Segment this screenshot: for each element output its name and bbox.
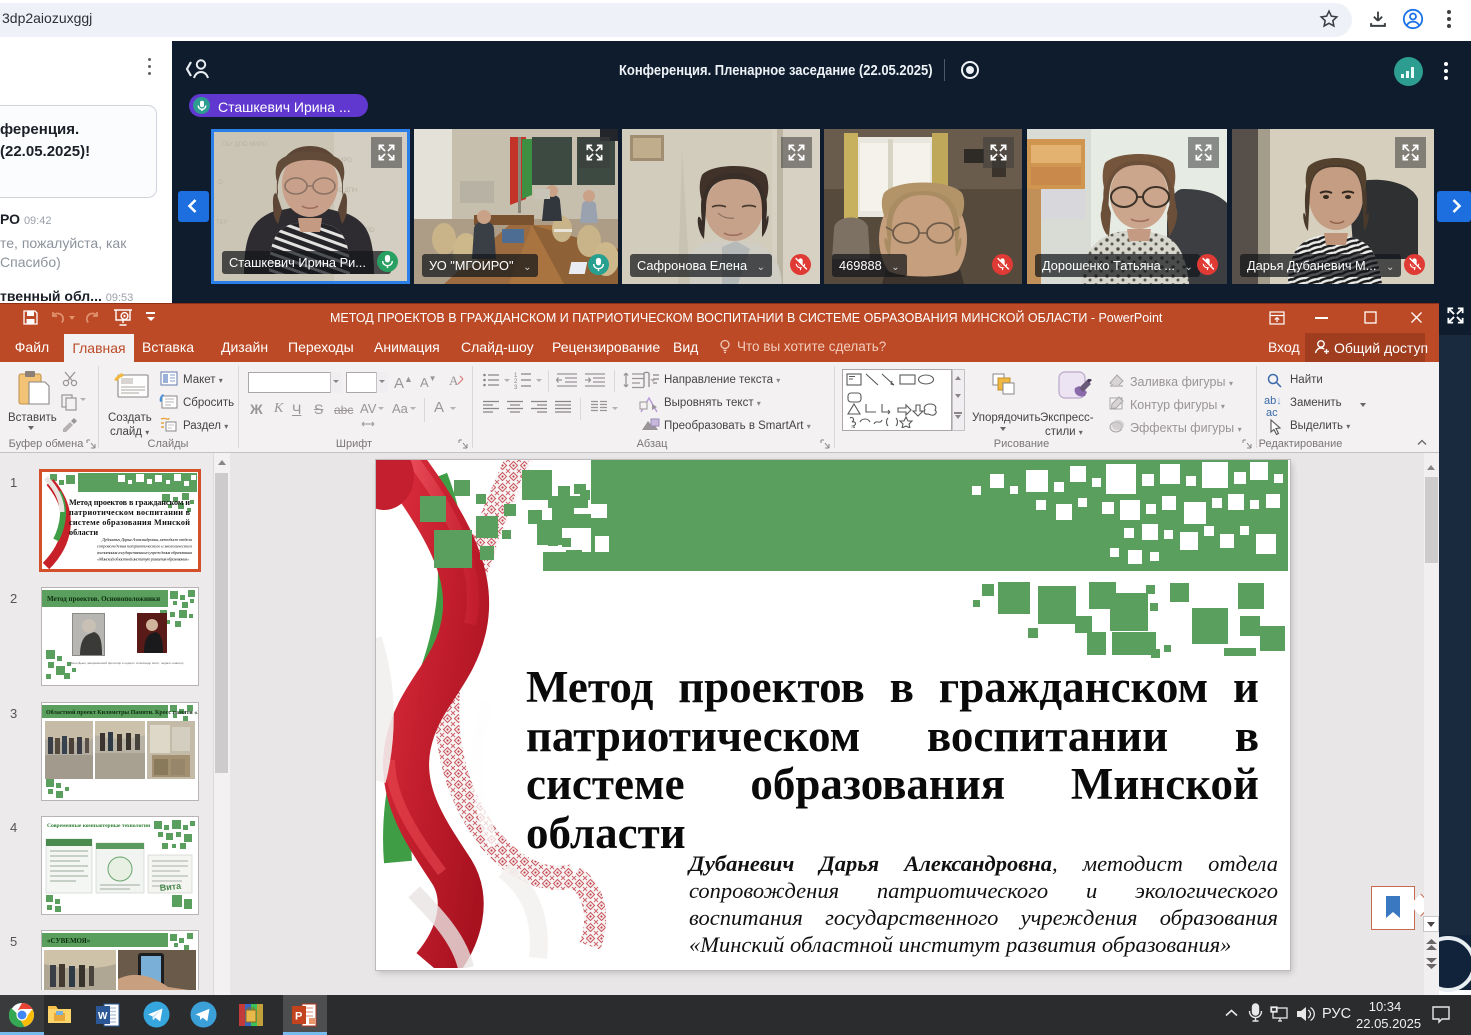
svg-text:3: 3	[514, 385, 518, 389]
svg-text:Метод проектов в гражданском и: Метод проектов в гражданском и	[69, 498, 190, 507]
svg-text:Александр Нилл, педагог-новато: Александр Нилл, педагог-новатор	[136, 661, 184, 665]
svg-text:сопровождения патриотического: сопровождения патриотического и экологич…	[97, 544, 193, 549]
svg-text:патриотическом воспитании в: патриотическом воспитании в	[69, 508, 191, 517]
svg-text:Джон Дьюи, американский филосо: Джон Дьюи, американский философ и педаго…	[70, 661, 135, 665]
svg-text:Областной проект Километры Пам: Областной проект Километры Памяти. Кросс…	[46, 709, 198, 716]
svg-text:О: О	[218, 180, 223, 186]
svg-text:воспитания государственного: воспитания государственного учреждения о…	[97, 550, 192, 555]
svg-text:P: P	[295, 1011, 302, 1023]
svg-text:Метод проектов. Основоположник: Метод проектов. Основоположники	[47, 595, 160, 603]
svg-text:ГБУ ДПО МИРО: ГБУ ДПО МИРО	[222, 142, 267, 148]
svg-text:ТБУ: ТБУ	[216, 220, 227, 226]
svg-text:W: W	[98, 1011, 108, 1022]
svg-text:«СУВЕМОЯ»: «СУВЕМОЯ»	[47, 937, 91, 945]
svg-text:А: А	[449, 373, 459, 388]
svg-text:области: области	[69, 528, 98, 537]
svg-text:Современные компьютерные техно: Современные компьютерные технологии	[47, 823, 151, 829]
svg-text:системе образования Минской: системе образования Минской	[69, 518, 190, 527]
svg-text:«Минский областной институт ра: «Минский областной институт развития обр…	[97, 557, 190, 562]
